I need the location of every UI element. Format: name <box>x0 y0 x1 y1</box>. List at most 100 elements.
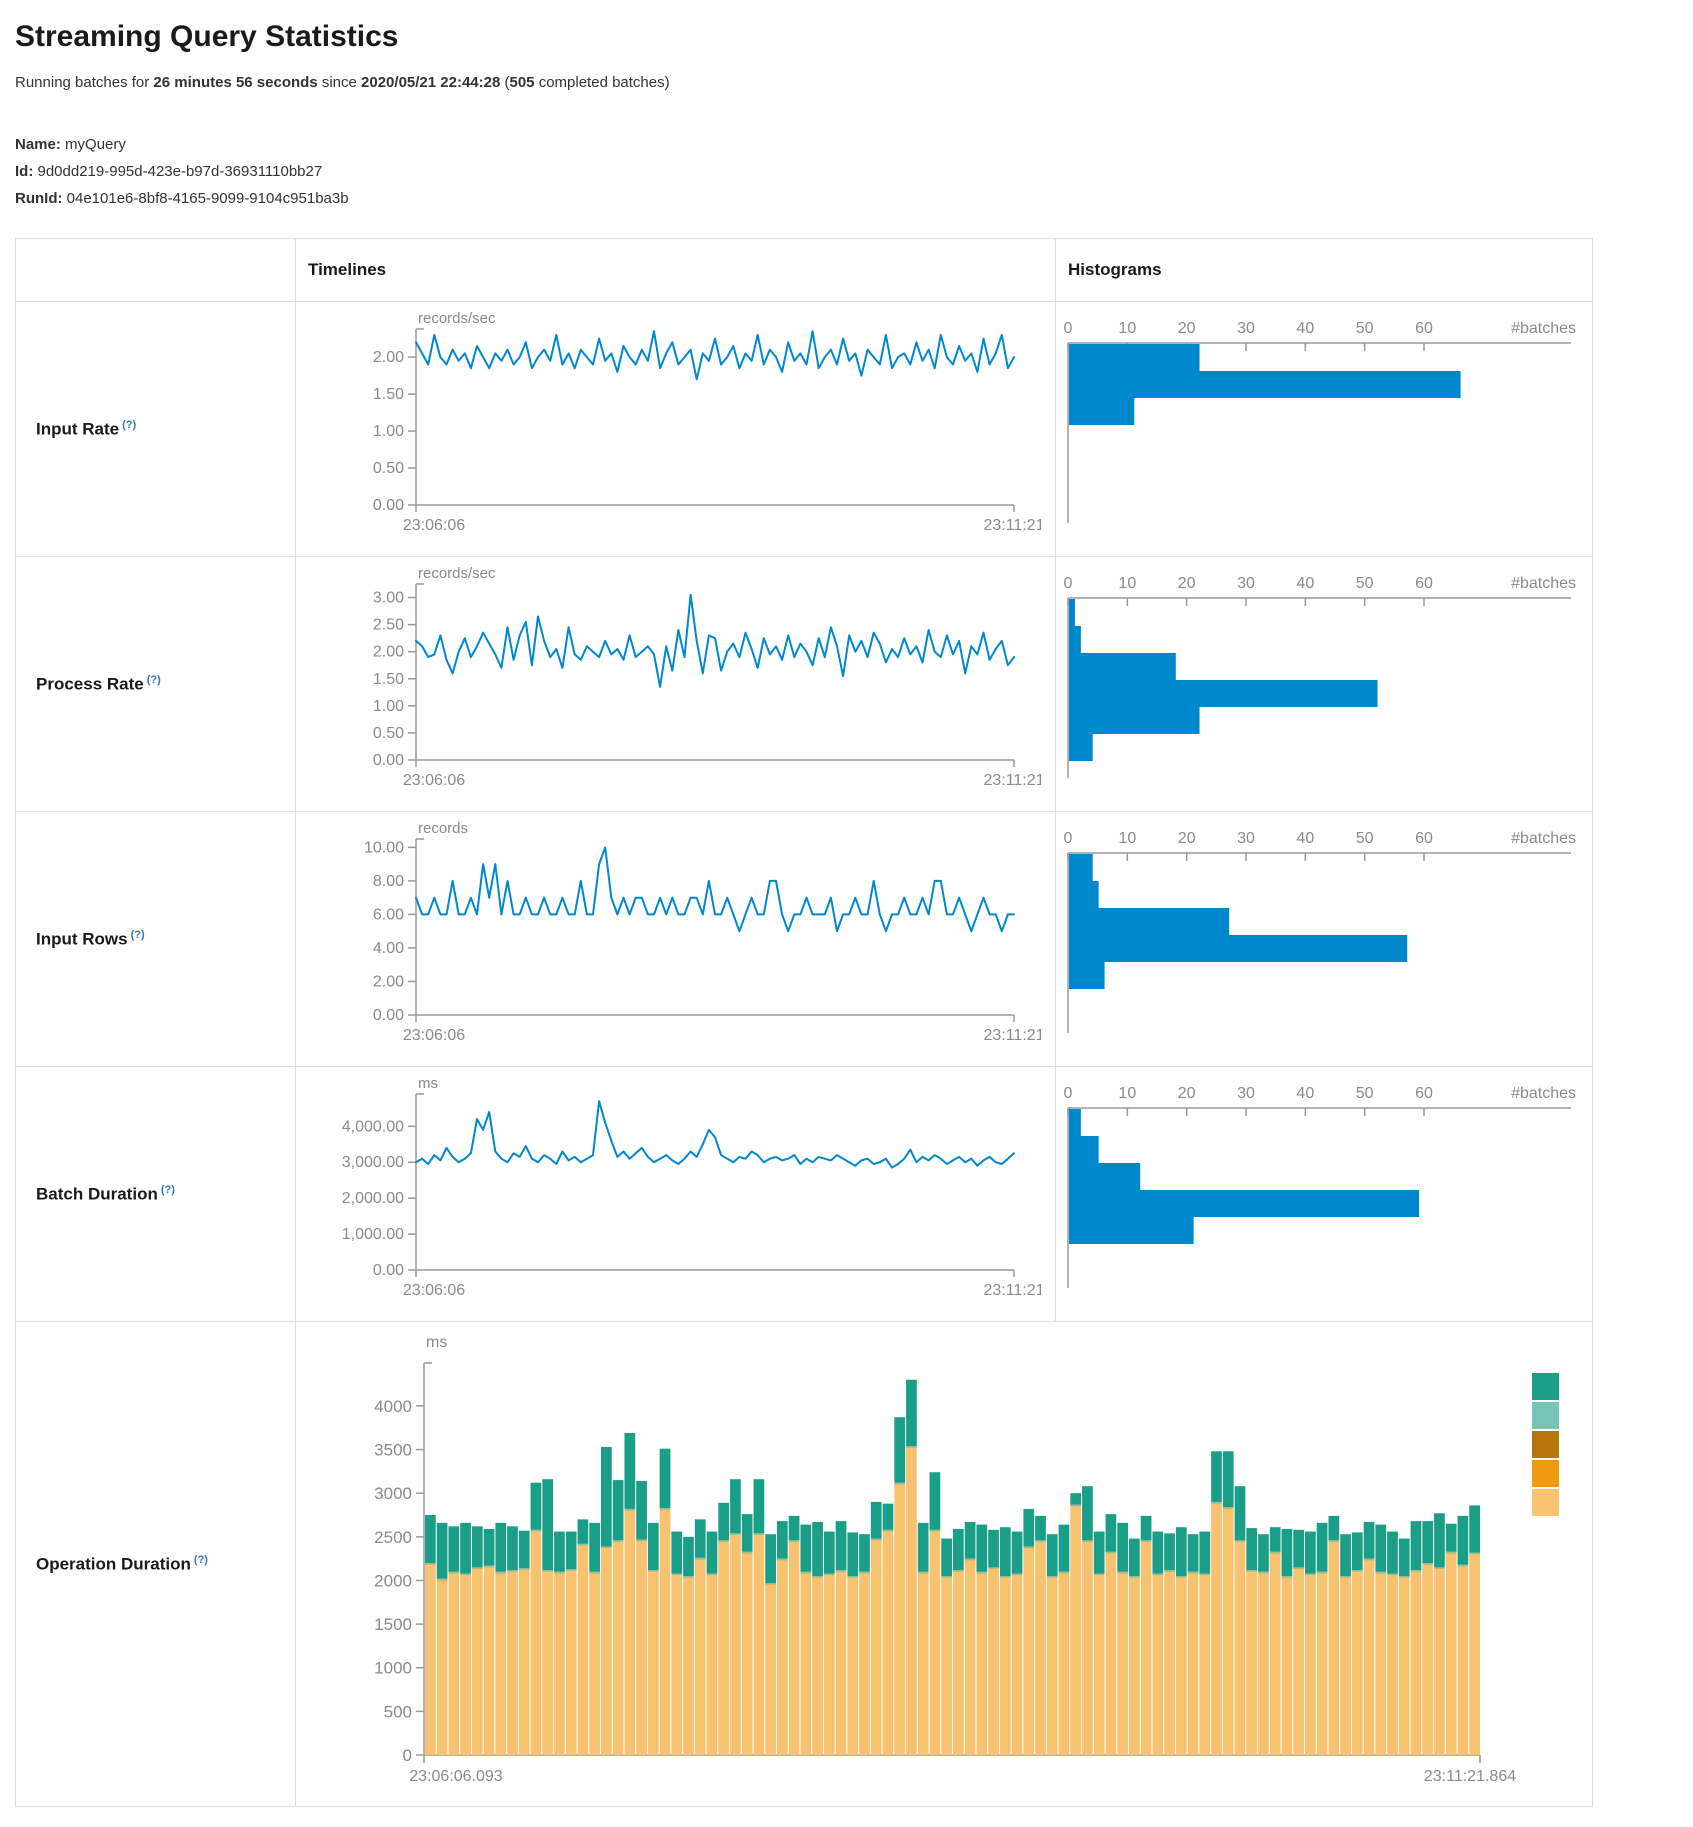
svg-text:23:11:21: 23:11:21 <box>983 1027 1041 1044</box>
process-rate-label-cell: Process Rate(?) <box>16 557 296 812</box>
svg-text:8.00: 8.00 <box>373 873 404 890</box>
running-duration: 26 minutes 56 seconds <box>153 74 317 91</box>
svg-text:0.50: 0.50 <box>373 460 404 477</box>
runid-label: RunId: <box>15 190 62 207</box>
svg-text:23:11:21: 23:11:21 <box>983 772 1041 789</box>
svg-text:23:06:06: 23:06:06 <box>403 517 465 534</box>
svg-text:23:06:06: 23:06:06 <box>403 1282 465 1299</box>
svg-text:23:06:06: 23:06:06 <box>403 772 465 789</box>
runid-value: 04e101e6-8bf8-4165-9099-9104c951ba3b <box>67 190 349 207</box>
svg-text:ms: ms <box>426 1334 447 1351</box>
input-rate-label: Input Rate <box>36 419 119 438</box>
batch-duration-histogram-chart: 0102030405060#batches <box>1056 1072 1592 1317</box>
svg-text:0: 0 <box>1064 830 1073 847</box>
id-value: 9d0dd219-995d-423e-b97d-36931110bb27 <box>38 163 323 180</box>
svg-text:60: 60 <box>1415 320 1433 337</box>
svg-text:30: 30 <box>1237 830 1255 847</box>
svg-text:23:11:21: 23:11:21 <box>983 517 1041 534</box>
input-rate-histogram-chart: 0102030405060#batches <box>1056 307 1592 552</box>
streaming-statistics-page: Streaming Query Statistics Running batch… <box>0 0 1693 1827</box>
svg-text:40: 40 <box>1296 830 1314 847</box>
svg-text:0.00: 0.00 <box>373 497 404 514</box>
svg-text:1.50: 1.50 <box>373 671 404 688</box>
input-rows-timeline-cell: records0.002.004.006.008.0010.0023:06:06… <box>296 812 1056 1067</box>
operation-duration-help-icon[interactable]: (?) <box>194 1554 208 1566</box>
svg-text:0.00: 0.00 <box>373 752 404 769</box>
svg-text:4,000.00: 4,000.00 <box>342 1118 404 1135</box>
process-rate-help-icon[interactable]: (?) <box>147 674 161 686</box>
svg-text:4000: 4000 <box>374 1397 412 1416</box>
name-label: Name: <box>15 136 61 153</box>
svg-text:6.00: 6.00 <box>373 906 404 923</box>
svg-text:20: 20 <box>1178 575 1196 592</box>
svg-text:50: 50 <box>1356 320 1374 337</box>
svg-text:2500: 2500 <box>374 1528 412 1547</box>
svg-text:0: 0 <box>1064 1085 1073 1102</box>
summary-middle: since <box>318 74 361 91</box>
query-runid-line: RunId: 04e101e6-8bf8-4165-9099-9104c951b… <box>15 185 1693 212</box>
svg-text:0.00: 0.00 <box>373 1007 404 1024</box>
svg-text:23:11:21.864: 23:11:21.864 <box>1424 1768 1516 1785</box>
svg-text:4.00: 4.00 <box>373 940 404 957</box>
process-rate-histogram-cell: 0102030405060#batches <box>1056 557 1593 812</box>
svg-text:50: 50 <box>1356 575 1374 592</box>
histograms-column-header: Histograms <box>1056 239 1593 302</box>
page-title: Streaming Query Statistics <box>15 20 1693 54</box>
summary-prefix: Running batches for <box>15 74 153 91</box>
svg-text:1000: 1000 <box>374 1659 412 1678</box>
svg-text:23:11:21: 23:11:21 <box>983 1282 1041 1299</box>
input-rate-timeline-cell: records/sec0.000.501.001.502.0023:06:062… <box>296 302 1056 557</box>
query-meta: Name: myQuery Id: 9d0dd219-995d-423e-b97… <box>15 131 1693 212</box>
svg-text:0: 0 <box>1064 320 1073 337</box>
svg-text:20: 20 <box>1178 830 1196 847</box>
process-rate-histogram-chart: 0102030405060#batches <box>1056 562 1592 807</box>
input-rows-label-cell: Input Rows(?) <box>16 812 296 1067</box>
svg-text:#batches: #batches <box>1511 575 1576 592</box>
batch-duration-help-icon[interactable]: (?) <box>161 1184 175 1196</box>
batch-duration-row: Batch Duration(?) ms0.001,000.002,000.00… <box>16 1067 1593 1322</box>
svg-text:0.50: 0.50 <box>373 725 404 742</box>
running-batches-summary: Running batches for 26 minutes 56 second… <box>15 74 1693 91</box>
input-rows-help-icon[interactable]: (?) <box>131 929 145 941</box>
summary-paren: ( <box>500 74 509 91</box>
input-rows-timeline-chart: records0.002.004.006.008.0010.0023:06:06… <box>296 817 1055 1062</box>
svg-text:30: 30 <box>1237 320 1255 337</box>
name-value: myQuery <box>65 136 126 153</box>
corner-header-cell <box>16 239 296 302</box>
svg-text:23:06:06.093: 23:06:06.093 <box>409 1768 503 1785</box>
svg-text:60: 60 <box>1415 575 1433 592</box>
svg-text:40: 40 <box>1296 1085 1314 1102</box>
operation-duration-label-cell: Operation Duration(?) <box>16 1322 296 1807</box>
summary-suffix: completed batches) <box>535 74 670 91</box>
svg-text:1.00: 1.00 <box>373 423 404 440</box>
input-rows-histogram-chart: 0102030405060#batches <box>1056 817 1592 1062</box>
svg-text:40: 40 <box>1296 575 1314 592</box>
query-id-line: Id: 9d0dd219-995d-423e-b97d-36931110bb27 <box>15 158 1693 185</box>
svg-text:1,000.00: 1,000.00 <box>342 1226 404 1243</box>
svg-text:#batches: #batches <box>1511 1085 1576 1102</box>
stats-header-row: Timelines Histograms <box>16 239 1593 302</box>
svg-text:3500: 3500 <box>374 1441 412 1460</box>
input-rate-help-icon[interactable]: (?) <box>122 419 136 431</box>
svg-text:500: 500 <box>384 1702 412 1721</box>
svg-text:2.00: 2.00 <box>373 973 404 990</box>
svg-text:records/sec: records/sec <box>418 310 496 327</box>
svg-text:20: 20 <box>1178 1085 1196 1102</box>
svg-text:0.00: 0.00 <box>373 1262 404 1279</box>
completed-batch-count: 505 <box>510 74 535 91</box>
stats-table: Timelines Histograms Input Rate(?) recor… <box>15 238 1593 1807</box>
svg-text:1.00: 1.00 <box>373 698 404 715</box>
svg-text:23:06:06: 23:06:06 <box>403 1027 465 1044</box>
svg-text:1.50: 1.50 <box>373 386 404 403</box>
batch-duration-label-cell: Batch Duration(?) <box>16 1067 296 1322</box>
input-rows-label: Input Rows <box>36 929 128 948</box>
svg-text:60: 60 <box>1415 1085 1433 1102</box>
process-rate-timeline-chart: records/sec0.000.501.001.502.002.503.002… <box>296 562 1055 807</box>
svg-text:records/sec: records/sec <box>418 565 496 582</box>
svg-text:10: 10 <box>1118 575 1136 592</box>
process-rate-timeline-cell: records/sec0.000.501.001.502.002.503.002… <box>296 557 1056 812</box>
svg-text:2.50: 2.50 <box>373 617 404 634</box>
svg-text:40: 40 <box>1296 320 1314 337</box>
operation-duration-label: Operation Duration <box>36 1554 191 1573</box>
process-rate-row: Process Rate(?) records/sec 0.00 0.50 1.00 1… <box>16 557 1593 812</box>
